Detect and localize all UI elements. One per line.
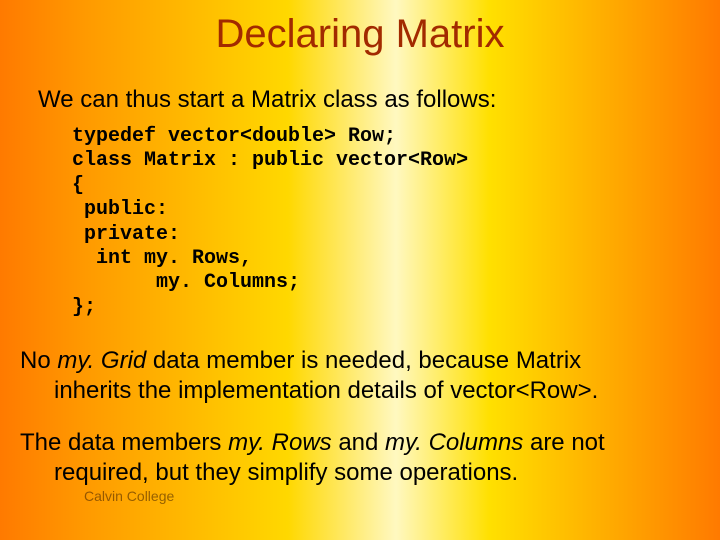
slide: Declaring Matrix We can thus start a Mat… (0, 0, 720, 540)
para2-tail: are not (523, 429, 604, 456)
paragraph-2: The data members my. Rows and my. Column… (20, 428, 690, 488)
intro-text: We can thus start a Matrix class as foll… (38, 85, 690, 115)
para1-continuation: inherits the implementation details of v… (20, 376, 690, 406)
para2-continuation: required, but they simplify some operati… (20, 458, 690, 488)
para2-italic-2: my. Columns (385, 429, 523, 456)
paragraph-1: No my. Grid data member is needed, becau… (20, 346, 690, 406)
code-block: typedef vector<double> Row; class Matrix… (72, 125, 700, 320)
slide-title: Declaring Matrix (20, 12, 700, 57)
para2-mid: and (332, 429, 385, 456)
para1-tail: data member is needed, because Matrix (146, 347, 581, 374)
para1-italic: my. Grid (57, 347, 146, 374)
para2-lead: The data members (20, 429, 228, 456)
para1-lead: No (20, 347, 57, 374)
footer-text: Calvin College (84, 488, 174, 504)
para2-italic-1: my. Rows (228, 429, 332, 456)
